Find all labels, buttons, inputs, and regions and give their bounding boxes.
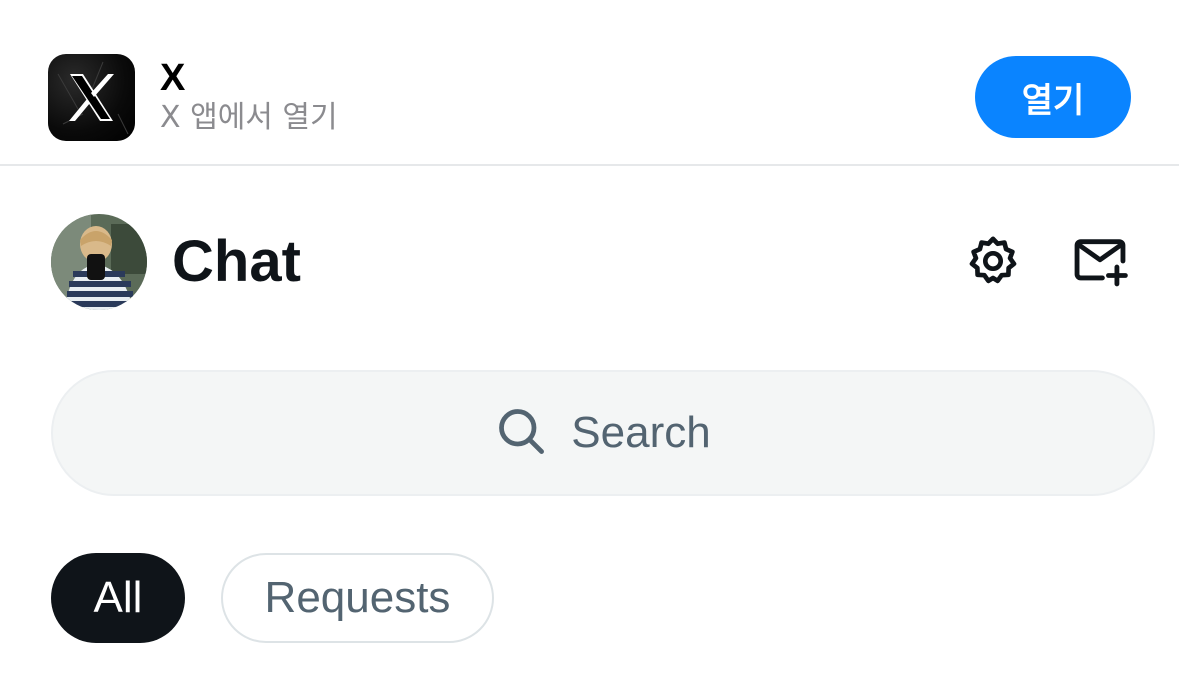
tab-requests[interactable]: Requests [221, 553, 494, 643]
gear-icon [965, 233, 1021, 294]
app-name: X [160, 57, 186, 99]
avatar[interactable] [51, 214, 147, 310]
tab-all[interactable]: All [51, 553, 185, 643]
app-open-banner: X X 앱에서 열기 열기 [0, 0, 1179, 166]
page-title: Chat [172, 229, 301, 294]
search-placeholder: Search [571, 408, 711, 457]
new-message-button[interactable] [1070, 233, 1130, 293]
search-input[interactable]: Search [51, 370, 1155, 496]
search-icon [495, 405, 547, 462]
settings-button[interactable] [963, 233, 1023, 293]
compose-message-icon [1071, 232, 1129, 295]
open-app-button[interactable]: 열기 [975, 56, 1131, 138]
x-logo-icon[interactable] [48, 54, 135, 141]
app-open-subtitle: X 앱에서 열기 [160, 100, 338, 135]
